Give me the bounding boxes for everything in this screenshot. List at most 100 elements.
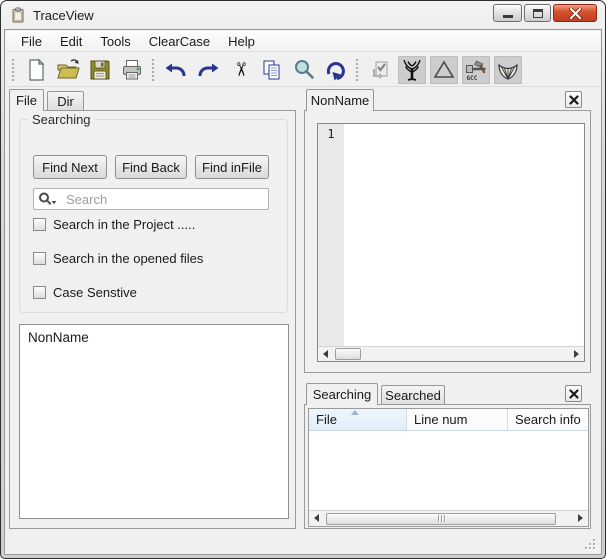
thumb-grip xyxy=(443,515,445,522)
resize-grip[interactable] xyxy=(583,537,596,550)
tab-nonname[interactable]: NonName xyxy=(306,89,374,111)
table-horizontal-scrollbar[interactable] xyxy=(309,510,588,526)
editor-horizontal-scrollbar[interactable] xyxy=(318,346,584,361)
checkbox-search-opened-files[interactable]: Search in the opened files xyxy=(33,250,203,266)
column-header-file[interactable]: File xyxy=(309,409,407,430)
tab-file[interactable]: File xyxy=(9,89,44,111)
editor-text-area[interactable] xyxy=(344,124,584,346)
gcc-hammer-icon: GCC xyxy=(466,60,486,82)
triangle-icon xyxy=(433,59,455,78)
shell-icon xyxy=(498,63,518,80)
tab-label: Searched xyxy=(385,387,441,403)
column-label: Search info xyxy=(515,412,581,427)
app-window: TraceView File Edit Tools ClearCase Help xyxy=(0,0,606,559)
scrollbar-thumb[interactable] xyxy=(326,512,556,525)
open-folder-icon xyxy=(57,58,80,78)
code-editor: 1 xyxy=(317,123,585,362)
results-table: File Line num Search info xyxy=(308,408,589,527)
print-button[interactable] xyxy=(116,55,148,85)
search-input[interactable] xyxy=(33,188,269,210)
scroll-right-arrow[interactable] xyxy=(573,511,588,525)
table-body[interactable] xyxy=(309,431,588,510)
redo-button[interactable] xyxy=(192,55,224,85)
menu-help[interactable]: Help xyxy=(219,32,264,51)
triangle-button[interactable] xyxy=(430,55,458,84)
status-bar xyxy=(6,530,600,553)
scroll-left-arrow[interactable] xyxy=(318,347,333,361)
copy-button[interactable] xyxy=(256,55,288,85)
tab-dir[interactable]: Dir xyxy=(47,91,84,110)
left-arrow-icon xyxy=(314,514,319,522)
tab-searching[interactable]: Searching xyxy=(306,383,378,405)
list-item[interactable]: NonName xyxy=(20,325,288,345)
find-next-button[interactable]: Find Next xyxy=(33,155,107,179)
toolbar-drag-handle[interactable] xyxy=(11,57,16,82)
find-back-button[interactable]: Find Back xyxy=(115,155,187,179)
minimize-button[interactable] xyxy=(493,4,522,22)
scroll-right-arrow[interactable] xyxy=(569,347,584,361)
titlebar[interactable]: TraceView xyxy=(1,1,605,29)
menu-file[interactable]: File xyxy=(12,32,51,51)
save-icon xyxy=(90,60,110,79)
tab-label: Searching xyxy=(312,387,372,402)
cut-button[interactable]: ✂ xyxy=(224,55,256,85)
results-close-button[interactable] xyxy=(565,385,582,402)
menu-clearcase[interactable]: ClearCase xyxy=(140,32,219,51)
menu-tools[interactable]: Tools xyxy=(91,32,139,51)
find-infile-button[interactable]: Find inFile xyxy=(195,155,269,179)
print-icon xyxy=(123,59,141,79)
undo-button[interactable] xyxy=(160,55,192,85)
save-button[interactable] xyxy=(84,55,116,85)
tab-label: Dir xyxy=(57,93,74,109)
undo-icon xyxy=(165,63,186,76)
gcc-build-button[interactable]: GCC xyxy=(462,55,490,84)
shell-button[interactable] xyxy=(494,55,522,84)
file-listbox[interactable]: NonName xyxy=(19,324,289,519)
new-document-button[interactable] xyxy=(20,55,52,85)
sort-ascending-icon xyxy=(351,410,359,415)
column-label: Line num xyxy=(414,412,468,427)
open-file-button[interactable] xyxy=(52,55,84,85)
editor-close-button[interactable] xyxy=(565,91,582,108)
close-icon xyxy=(568,388,579,399)
tab-label: File xyxy=(16,93,37,108)
button-label: Find inFile xyxy=(202,159,262,175)
client-area: File Edit Tools ClearCase Help ✂ GCC Fil… xyxy=(4,29,602,555)
repeat-button[interactable] xyxy=(320,55,352,85)
line-number: 1 xyxy=(327,127,335,141)
right-arrow-icon xyxy=(574,350,579,358)
left-arrow-icon xyxy=(323,350,328,358)
button-label: Find Back xyxy=(122,159,180,175)
toolbar-drag-handle[interactable] xyxy=(355,57,360,82)
tab-searched[interactable]: Searched xyxy=(381,385,445,404)
checkbox-search-in-project[interactable]: Search in the Project ..... xyxy=(33,216,195,232)
cut-scissors-icon: ✂ xyxy=(229,61,251,78)
close-button[interactable] xyxy=(553,4,597,22)
column-header-line-num[interactable]: Line num xyxy=(407,409,508,430)
copy-icon xyxy=(263,60,280,79)
checkbox-case-sensitive[interactable]: Case Senstive xyxy=(33,284,137,300)
window-controls xyxy=(493,4,597,22)
sync-check-button-disabled[interactable] xyxy=(364,55,396,85)
toolbar-drag-handle[interactable] xyxy=(151,57,156,82)
tree-icon xyxy=(403,59,421,81)
thumb-grip xyxy=(437,515,439,522)
scrollbar-thumb[interactable] xyxy=(335,348,361,360)
tree-button[interactable] xyxy=(398,55,426,84)
scroll-left-arrow[interactable] xyxy=(309,511,324,525)
groupbox-title: Searching xyxy=(28,112,95,127)
new-document-icon xyxy=(29,58,45,81)
results-pane: File Line num Search info xyxy=(304,404,591,529)
maximize-icon xyxy=(532,8,543,18)
search-field-wrap xyxy=(33,188,269,210)
file-tab-pane: Searching Find Next Find Back Find inFil… xyxy=(9,110,296,529)
thumb-grip xyxy=(440,515,442,522)
maximize-button[interactable] xyxy=(524,4,551,22)
column-header-search-info[interactable]: Search info xyxy=(508,409,588,430)
repeat-arrow-icon xyxy=(326,61,345,80)
menu-edit[interactable]: Edit xyxy=(51,32,91,51)
right-arrow-icon xyxy=(578,514,583,522)
checkbox-icon xyxy=(33,217,46,231)
checkbox-icon xyxy=(33,251,46,265)
find-button[interactable] xyxy=(288,55,320,85)
